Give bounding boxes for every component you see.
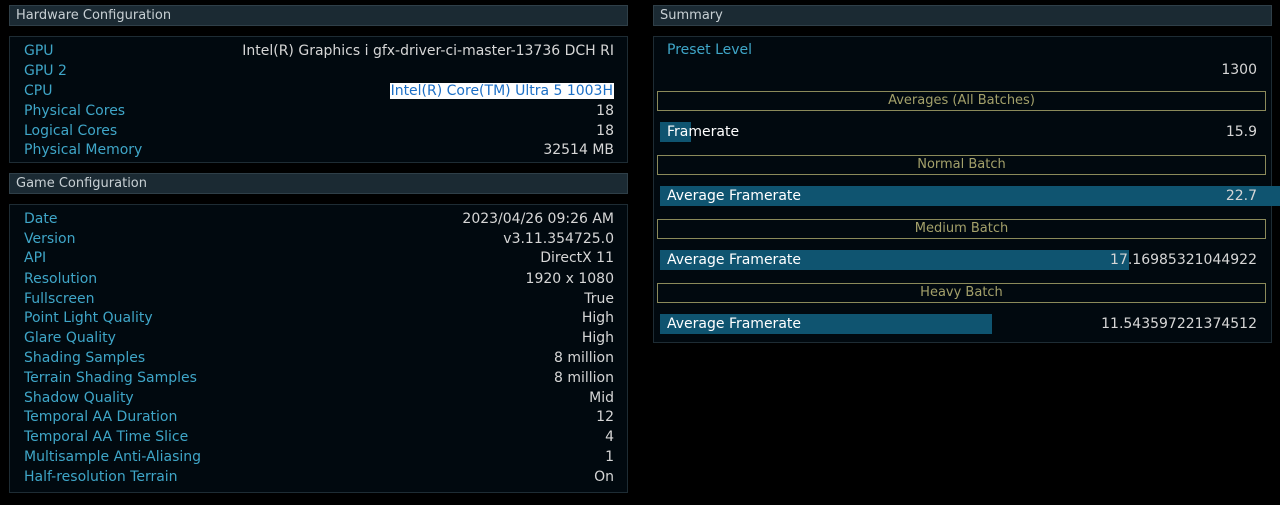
preset-level-label: Preset Level <box>667 42 753 58</box>
kv-row-shading-samples: Shading Samples 8 million <box>24 348 614 368</box>
kv-row-terrain-shading-samples: Terrain Shading Samples 8 million <box>24 368 614 388</box>
gpu-value[interactable]: Intel(R) Graphics i gfx-driver-ci-master… <box>242 41 614 61</box>
kv-row-resolution: Resolution 1920 x 1080 <box>24 269 614 289</box>
kv-row-version: Version v3.11.354725.0 <box>24 229 614 249</box>
section-heavy-batch-title: Heavy Batch <box>920 285 1003 300</box>
multisample-anti-aliasing-value[interactable]: 1 <box>605 447 614 467</box>
medium-average-framerate-value: 17.16985321044922 <box>1110 252 1257 268</box>
logical-cores-value[interactable]: 18 <box>596 121 614 141</box>
resolution-value[interactable]: 1920 x 1080 <box>526 269 614 289</box>
kv-row-temporal-aa-duration: Temporal AA Duration 12 <box>24 407 614 427</box>
normal-average-framerate-value: 22.7 <box>1225 188 1257 204</box>
physical-cores-label: Physical Cores <box>24 103 126 119</box>
cpu-label: CPU <box>24 83 53 99</box>
preset-level-value: 1300 <box>1221 62 1257 78</box>
api-value[interactable]: DirectX 11 <box>540 248 614 268</box>
half-resolution-terrain-label: Half-resolution Terrain <box>24 469 178 485</box>
physical-memory-label: Physical Memory <box>24 142 143 158</box>
kv-row-point-light-quality: Point Light Quality High <box>24 308 614 328</box>
summary-header: Summary <box>653 5 1272 26</box>
kv-row-temporal-aa-time-slice: Temporal AA Time Slice 4 <box>24 427 614 447</box>
kv-row-date: Date 2023/04/26 09:26 AM <box>24 209 614 229</box>
date-value[interactable]: 2023/04/26 09:26 AM <box>462 209 614 229</box>
metric-row-normal-average-framerate: Average Framerate 22.7 <box>660 186 1280 206</box>
section-averages-title: Averages (All Batches) <box>888 93 1035 108</box>
temporal-aa-duration-value[interactable]: 12 <box>596 407 614 427</box>
resolution-label: Resolution <box>24 271 98 287</box>
gpu-label: GPU <box>24 43 54 59</box>
half-resolution-terrain-value[interactable]: On <box>594 467 614 487</box>
framerate-value: 15.9 <box>1225 124 1257 140</box>
glare-quality-value[interactable]: High <box>582 328 614 348</box>
fullscreen-label: Fullscreen <box>24 291 95 307</box>
shading-samples-label: Shading Samples <box>24 350 146 366</box>
kv-row-multisample-anti-aliasing: Multisample Anti-Aliasing 1 <box>24 447 614 467</box>
game-config-panel: Date 2023/04/26 09:26 AM Version v3.11.3… <box>9 204 628 493</box>
hardware-config-panel: GPU Intel(R) Graphics i gfx-driver-ci-ma… <box>9 36 628 163</box>
metric-row-medium-average-framerate: Average Framerate 17.16985321044922 <box>660 250 1280 270</box>
kv-row-shadow-quality: Shadow Quality Mid <box>24 388 614 408</box>
shading-samples-value[interactable]: 8 million <box>554 348 614 368</box>
kv-row-fullscreen: Fullscreen True <box>24 289 614 309</box>
shadow-quality-value[interactable]: Mid <box>589 388 614 408</box>
kv-row-half-resolution-terrain: Half-resolution Terrain On <box>24 467 614 487</box>
kv-row-cpu: CPU Intel(R) Core(TM) Ultra 5 1003H <box>24 81 614 101</box>
kv-row-gpu2: GPU 2 <box>24 61 614 81</box>
section-normal-batch-title: Normal Batch <box>917 157 1006 172</box>
game-config-header: Game Configuration <box>9 173 628 194</box>
point-light-quality-value[interactable]: High <box>582 308 614 328</box>
heavy-average-framerate-label: Average Framerate <box>667 316 801 332</box>
api-label: API <box>24 250 47 266</box>
metric-row-heavy-average-framerate: Average Framerate 11.543597221374512 <box>660 314 1280 334</box>
section-medium-batch-title: Medium Batch <box>914 221 1009 236</box>
summary-title: Summary <box>660 8 723 23</box>
hardware-config-header: Hardware Configuration <box>9 5 628 26</box>
physical-cores-value[interactable]: 18 <box>596 101 614 121</box>
framerate-label: Framerate <box>667 124 740 140</box>
medium-average-framerate-label: Average Framerate <box>667 252 801 268</box>
terrain-shading-samples-value[interactable]: 8 million <box>554 368 614 388</box>
terrain-shading-samples-label: Terrain Shading Samples <box>24 370 197 386</box>
temporal-aa-time-slice-label: Temporal AA Time Slice <box>24 429 189 445</box>
version-value[interactable]: v3.11.354725.0 <box>503 229 614 249</box>
normal-average-framerate-label: Average Framerate <box>667 188 801 204</box>
cpu-value-selected[interactable]: Intel(R) Core(TM) Ultra 5 1003H <box>389 83 614 99</box>
game-config-title: Game Configuration <box>16 176 147 191</box>
section-normal-batch: Normal Batch <box>657 155 1266 175</box>
physical-memory-value[interactable]: 32514 MB <box>543 140 614 160</box>
kv-row-logical-cores: Logical Cores 18 <box>24 121 614 141</box>
point-light-quality-label: Point Light Quality <box>24 310 153 326</box>
gpu2-label: GPU 2 <box>24 63 67 79</box>
section-averages-all-batches: Averages (All Batches) <box>657 91 1266 111</box>
kv-row-api: API DirectX 11 <box>24 248 614 268</box>
metric-row-framerate: Framerate 15.9 <box>660 122 1280 142</box>
section-medium-batch: Medium Batch <box>657 219 1266 239</box>
multisample-anti-aliasing-label: Multisample Anti-Aliasing <box>24 449 202 465</box>
fullscreen-value[interactable]: True <box>584 289 614 309</box>
glare-quality-label: Glare Quality <box>24 330 116 346</box>
logical-cores-label: Logical Cores <box>24 123 118 139</box>
version-label: Version <box>24 231 76 247</box>
shadow-quality-label: Shadow Quality <box>24 390 134 406</box>
date-label: Date <box>24 211 58 227</box>
kv-row-physical-memory: Physical Memory 32514 MB <box>24 140 614 160</box>
kv-row-physical-cores: Physical Cores 18 <box>24 101 614 121</box>
heavy-average-framerate-value: 11.543597221374512 <box>1101 316 1257 332</box>
kv-row-glare-quality: Glare Quality High <box>24 328 614 348</box>
section-heavy-batch: Heavy Batch <box>657 283 1266 303</box>
temporal-aa-duration-label: Temporal AA Duration <box>24 409 178 425</box>
temporal-aa-time-slice-value[interactable]: 4 <box>605 427 614 447</box>
hardware-config-title: Hardware Configuration <box>16 8 172 23</box>
kv-row-gpu: GPU Intel(R) Graphics i gfx-driver-ci-ma… <box>24 41 614 61</box>
